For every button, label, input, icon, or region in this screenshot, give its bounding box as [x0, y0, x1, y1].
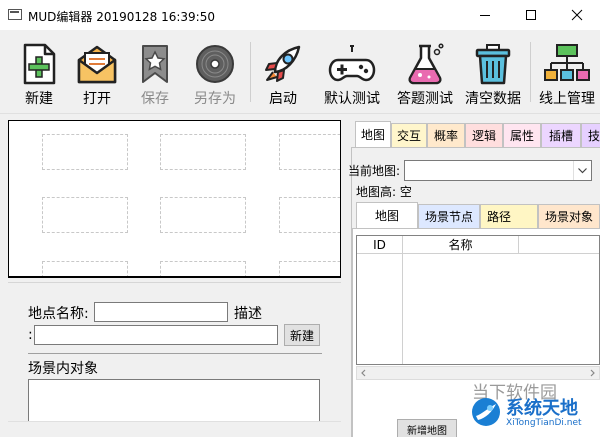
description-label: 描述	[234, 306, 262, 322]
current-map-select[interactable]	[404, 160, 592, 181]
map-cell[interactable]	[160, 197, 246, 233]
map-canvas[interactable]	[8, 120, 341, 278]
new-button[interactable]: 新建	[14, 30, 64, 114]
map-cell[interactable]	[279, 134, 340, 170]
map-cell[interactable]	[160, 134, 246, 170]
watermark-logo-icon	[472, 398, 500, 426]
save-as-label: 另存为	[194, 91, 236, 107]
new-file-icon	[23, 43, 56, 85]
scene-objects-label: 场景内对象	[28, 361, 98, 377]
tab-interaction[interactable]: 交互	[391, 123, 427, 147]
map-cell[interactable]	[42, 261, 128, 276]
quiz-test-button[interactable]: 答题测试	[392, 30, 458, 114]
subtab-scene-objects[interactable]: 场景对象	[538, 204, 600, 228]
current-map-label: 当前地图:	[348, 164, 401, 178]
save-button[interactable]: 保存	[132, 30, 178, 114]
new-location-button[interactable]: 新建	[284, 324, 320, 346]
disc-icon	[196, 45, 234, 83]
map-cell[interactable]	[42, 197, 128, 233]
minimize-button[interactable]	[462, 0, 508, 30]
open-button[interactable]: 打开	[72, 30, 122, 114]
trash-icon	[475, 44, 511, 85]
hierarchy-icon	[544, 44, 590, 81]
default-test-button[interactable]: 默认测试	[318, 30, 386, 114]
clear-data-button[interactable]: 清空数据	[460, 30, 526, 114]
chevron-down-icon[interactable]	[573, 161, 591, 180]
tab-map[interactable]: 地图	[355, 121, 391, 147]
grid-row-header-column	[357, 254, 403, 364]
close-icon	[571, 9, 583, 21]
tab-probability[interactable]: 概率	[427, 123, 465, 147]
tab-skills[interactable]: 技	[581, 123, 600, 147]
quiz-test-label: 答题测试	[397, 91, 453, 107]
clear-data-label: 清空数据	[465, 91, 521, 107]
subtab-map[interactable]: 地图	[356, 202, 418, 228]
title-bar: MUD编辑器 20190128 16:39:50	[0, 0, 600, 30]
maximize-button[interactable]	[508, 0, 554, 30]
gamepad-icon	[328, 45, 376, 82]
location-name-label: 地点名称:	[28, 306, 89, 322]
divider	[28, 353, 322, 354]
tab-properties[interactable]: 属性	[503, 123, 541, 147]
save-star-icon	[142, 45, 168, 83]
save-label: 保存	[141, 91, 169, 107]
new-label: 新建	[25, 91, 53, 107]
location-name-input[interactable]	[94, 302, 228, 322]
scroll-left-icon	[361, 369, 366, 377]
map-cell[interactable]	[279, 197, 340, 233]
online-manage-label: 线上管理	[539, 91, 595, 107]
toolbar: 新建 打开 保存 另存为 启动 默认测试 答题测试 清空数据 线上管理	[0, 30, 600, 114]
tab-slots[interactable]: 插槽	[541, 123, 581, 147]
map-cell[interactable]	[160, 261, 246, 276]
map-cell[interactable]	[42, 134, 128, 170]
maximize-icon	[526, 10, 536, 20]
rocket-icon	[265, 45, 301, 82]
watermark: 当下软件园 系统天地 XiTongTianDi.net	[472, 378, 600, 437]
close-button[interactable]	[554, 0, 600, 30]
location-panel: 地点名称: 描述 : 新建 场景内对象	[8, 282, 341, 437]
subtab-paths[interactable]: 路径	[480, 204, 538, 228]
watermark-brand-text: 系统天地	[506, 398, 578, 419]
default-test-label: 默认测试	[324, 91, 380, 107]
online-manage-button[interactable]: 线上管理	[534, 30, 600, 114]
grid-header-id[interactable]: ID	[357, 236, 403, 254]
window-title: MUD编辑器 20190128 16:39:50	[28, 10, 215, 24]
app-icon	[8, 9, 22, 20]
grid-header-name[interactable]: 名称	[403, 236, 519, 254]
launch-button[interactable]: 启动	[258, 30, 308, 114]
minimize-icon	[480, 15, 490, 16]
grid-header-empty	[519, 236, 599, 254]
map-cell[interactable]	[279, 261, 340, 276]
map-grid[interactable]: ID 名称	[356, 235, 600, 365]
save-as-button[interactable]: 另存为	[188, 30, 242, 114]
watermark-url-text: XiTongTianDi.net	[506, 418, 582, 428]
subtab-scene-nodes[interactable]: 场景节点	[418, 204, 480, 228]
horizontal-scrollbar[interactable]	[8, 421, 341, 437]
open-envelope-icon	[77, 45, 117, 84]
launch-label: 启动	[269, 91, 297, 107]
map-height-label: 地图高: 空	[356, 185, 412, 199]
tab-logic[interactable]: 逻辑	[465, 123, 503, 147]
open-label: 打开	[83, 91, 111, 107]
description-colon: :	[28, 327, 33, 343]
app-window: MUD编辑器 20190128 16:39:50 新建 打开 保存 另存为 启动…	[0, 0, 600, 437]
toolbar-separator	[530, 42, 531, 102]
flask-icon	[408, 43, 444, 85]
toolbar-separator	[250, 42, 251, 102]
description-input[interactable]	[34, 325, 278, 345]
add-map-button[interactable]: 新增地图	[397, 419, 457, 437]
